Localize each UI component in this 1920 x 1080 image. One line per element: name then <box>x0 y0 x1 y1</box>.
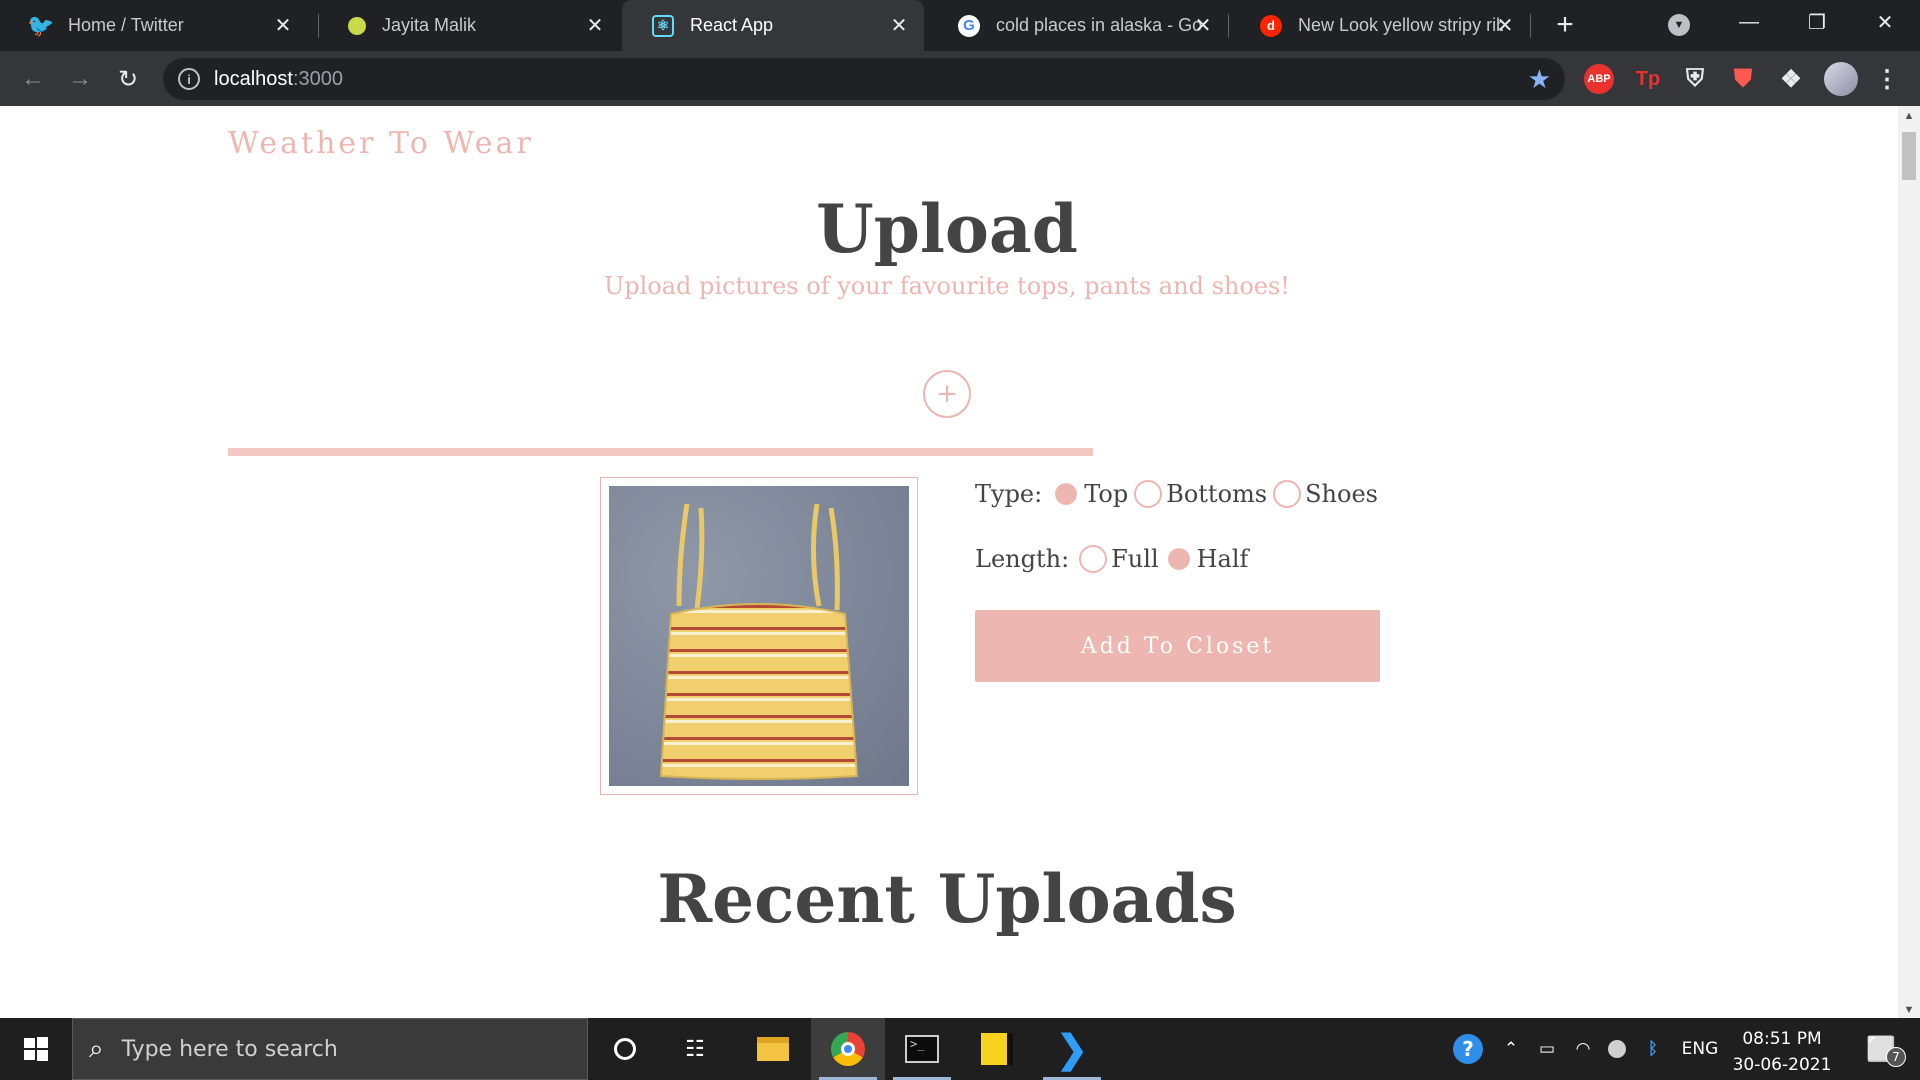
cortana-icon[interactable] <box>588 1018 662 1080</box>
length-full-label[interactable]: Full <box>1111 545 1158 573</box>
address-bar[interactable]: i localhost:3000 ★ <box>163 58 1565 100</box>
notification-count-badge: 7 <box>1885 1047 1906 1067</box>
tab-title: New Look yellow stripy rib <box>1298 15 1503 35</box>
search-icon: ⌕ <box>89 1033 104 1063</box>
brand-logo-text[interactable]: Weather To Wear <box>228 126 534 161</box>
adblock-plus-icon[interactable]: ABP <box>1584 64 1614 94</box>
windows-logo-icon <box>24 1037 48 1061</box>
close-icon[interactable]: ✕ <box>272 14 294 37</box>
info-icon[interactable]: i <box>178 68 200 90</box>
close-icon[interactable]: ✕ <box>1494 14 1516 37</box>
web-page: Weather To Wear Upload Upload pictures o… <box>0 106 1898 1018</box>
tab-react-app[interactable]: ⚛ React App ✕ <box>622 0 924 51</box>
taskbar-search-box[interactable]: ⌕ Type here to search <box>72 1018 588 1080</box>
page-subtitle: Upload pictures of your favourite tops, … <box>604 272 1290 300</box>
bookmark-star-icon[interactable]: ★ <box>1528 64 1551 95</box>
tab-search-icon[interactable]: ▼ <box>1668 14 1690 36</box>
clock-time: 08:51 PM <box>1742 1029 1822 1049</box>
window-close-button[interactable]: ✕ <box>1850 0 1920 45</box>
restore-button[interactable]: ❐ <box>1782 0 1852 45</box>
tp-label: Tp <box>1635 67 1661 90</box>
reload-icon[interactable]: ↻ <box>112 63 144 95</box>
tab-title: cold places in alaska - Google <box>996 15 1201 35</box>
notifications-icon[interactable]: ⬜ 7 <box>1856 1018 1906 1080</box>
chevron-up-icon[interactable]: ⌃ <box>1496 1018 1526 1080</box>
add-to-closet-button[interactable]: Add To Closet <box>975 610 1380 682</box>
type-shoes-label[interactable]: Shoes <box>1305 480 1378 508</box>
wifi-icon[interactable]: ◠ <box>1566 1018 1600 1080</box>
vscode-icon[interactable]: ❯ <box>1035 1018 1109 1080</box>
uploaded-image-frame <box>600 477 918 795</box>
recent-uploads-heading: Recent Uploads <box>657 860 1237 938</box>
uploaded-image <box>609 486 909 786</box>
tab-twitter[interactable]: 🐦 Home / Twitter ✕ <box>0 0 308 51</box>
type-shoes-radio[interactable] <box>1273 480 1302 508</box>
taskbar-clock[interactable]: 08:51 PM 30-06-2021 <box>1724 1026 1840 1078</box>
browser-toolbar: ← → ↻ i localhost:3000 ★ ABP Tp ⛨ ⛊ ❖ ⋮ <box>0 51 1920 106</box>
ball-icon <box>348 16 366 35</box>
react-icon: ⚛ <box>652 14 674 37</box>
scroll-down-arrow-icon[interactable]: ▼ <box>1898 1004 1920 1016</box>
windows-taskbar: ⌕ Type here to search ☷ >_ ❯ ? ⌃ ▭ ◠ ᛒ E… <box>0 1018 1920 1080</box>
tab-title: Jayita Malik <box>382 15 477 35</box>
page-scrollbar[interactable]: ▲ ▼ <box>1898 106 1920 1018</box>
close-icon[interactable]: ✕ <box>584 14 606 37</box>
menu-kebab-icon[interactable]: ⋮ <box>1872 64 1902 94</box>
tab-google-search[interactable]: G cold places in alaska - Google ✕ <box>928 0 1228 51</box>
striped-cami-top-image <box>659 503 859 780</box>
puzzle-extensions-icon[interactable]: ❖ <box>1776 64 1806 94</box>
shield-icon[interactable]: ⛨ <box>1680 64 1710 94</box>
back-arrow-icon[interactable]: ← <box>17 63 49 95</box>
clock-date: 30-06-2021 <box>1732 1055 1832 1075</box>
tab-title: Home / Twitter <box>68 15 184 35</box>
volume-icon[interactable] <box>1600 1018 1634 1080</box>
type-bottoms-radio[interactable] <box>1134 480 1163 508</box>
google-icon: G <box>958 14 980 37</box>
scrollbar-thumb[interactable] <box>1902 132 1916 180</box>
scroll-up-arrow-icon[interactable]: ▲ <box>1898 110 1920 122</box>
type-label: Type: <box>975 480 1043 508</box>
bluetooth-icon[interactable]: ᛒ <box>1636 1018 1670 1080</box>
forward-arrow-icon[interactable]: → <box>64 63 96 95</box>
task-view-icon[interactable]: ☷ <box>658 1018 732 1080</box>
minimize-button[interactable]: — <box>1714 0 1784 45</box>
tab-jayita-malik[interactable]: Jayita Malik ✕ <box>318 0 620 51</box>
type-top-label[interactable]: Top <box>1084 480 1128 508</box>
page-title: Upload <box>816 190 1078 268</box>
length-half-radio[interactable] <box>1167 548 1190 570</box>
browser-tab-bar: 🐦 Home / Twitter ✕ Jayita Malik ✕ ⚛ Reac… <box>0 0 1920 51</box>
tab-title: React App <box>690 15 774 35</box>
tp-extension-icon[interactable]: Tp <box>1633 64 1663 94</box>
file-explorer-icon[interactable] <box>736 1018 810 1080</box>
tab-new-look[interactable]: d New Look yellow stripy rib ✕ <box>1230 0 1530 51</box>
length-half-label[interactable]: Half <box>1197 545 1249 573</box>
privacy-badger-icon[interactable]: ⛊ <box>1728 64 1758 94</box>
add-upload-button[interactable]: + <box>923 370 971 418</box>
twitter-icon: 🐦 <box>27 12 55 38</box>
close-icon[interactable]: ✕ <box>888 14 910 37</box>
battery-icon[interactable]: ▭ <box>1530 1018 1564 1080</box>
new-tab-button[interactable]: + <box>1548 8 1582 42</box>
windows-start-button[interactable] <box>0 1018 72 1080</box>
close-icon[interactable]: ✕ <box>1192 14 1214 37</box>
length-label: Length: <box>975 545 1070 573</box>
profile-avatar[interactable] <box>1824 62 1858 96</box>
url-host: localhost <box>214 67 293 90</box>
type-bottoms-label[interactable]: Bottoms <box>1166 480 1267 508</box>
length-full-radio[interactable] <box>1079 545 1108 573</box>
adblock-label: ABP <box>1587 73 1611 85</box>
terminal-icon[interactable]: >_ <box>885 1018 959 1080</box>
depop-icon: d <box>1260 14 1282 37</box>
url-port: :3000 <box>292 67 343 90</box>
chrome-taskbar-icon[interactable] <box>811 1018 885 1080</box>
help-icon[interactable]: ? <box>1450 1018 1486 1080</box>
length-option-row: Length: Full Half <box>975 545 1254 573</box>
type-option-row: Type: Top Bottoms Shoes <box>975 480 1384 508</box>
type-top-radio[interactable] <box>1055 483 1078 505</box>
sticky-notes-icon[interactable] <box>960 1018 1034 1080</box>
language-indicator[interactable]: ENG <box>1676 1018 1724 1080</box>
upload-progress-bar <box>228 448 1093 456</box>
search-placeholder: Type here to search <box>121 1036 338 1062</box>
